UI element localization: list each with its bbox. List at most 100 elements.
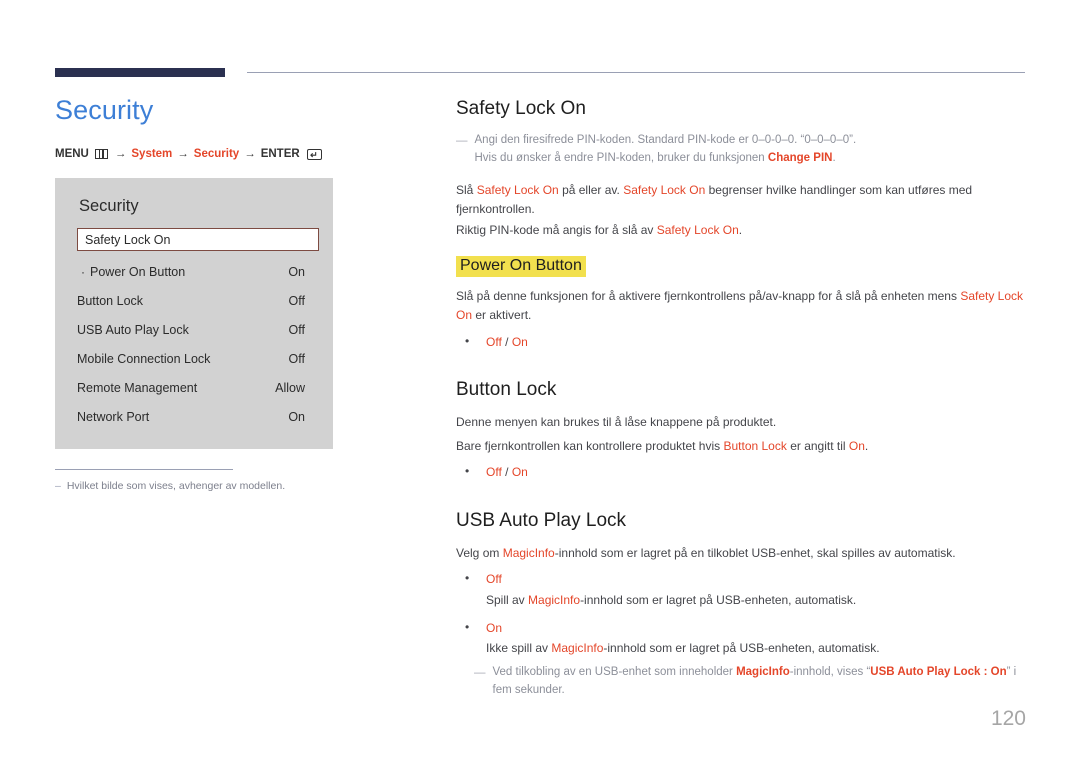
options-list-button-lock: Off / On xyxy=(456,462,1028,482)
p1-b: på eller av. xyxy=(558,182,624,197)
note-dash: — xyxy=(456,135,468,147)
left-column: Security MENU → System → Security → ENTE… xyxy=(55,95,395,493)
osd-selected-label: Safety Lock On xyxy=(85,232,171,247)
document-page: Security MENU → System → Security → ENTE… xyxy=(0,0,1080,763)
note-line-1: Angi den firesifrede PIN-koden. Standard… xyxy=(474,134,857,146)
menu-grid-icon xyxy=(94,149,108,159)
option-item: Off / On xyxy=(456,462,1028,482)
option-item: Off / On xyxy=(456,332,1028,352)
paragraph-usb-auto-play-lock: Velg om MagicInfo-innhold som er lagret … xyxy=(456,544,1028,563)
osd-row-label: Button Lock xyxy=(77,293,144,308)
osd-row-usb-auto-play-lock[interactable]: USB Auto Play Lock Off xyxy=(55,315,333,344)
right-column: Safety Lock On — Angi den firesifrede PI… xyxy=(456,98,1028,712)
option-off: Off xyxy=(486,572,502,587)
osd-selected-row[interactable]: Safety Lock On xyxy=(77,228,319,251)
link-button-lock: Button Lock xyxy=(723,438,787,453)
paragraph-button-lock-1: Denne menyen kan brukes til å låse knapp… xyxy=(456,415,777,430)
osd-row-value: On xyxy=(288,409,305,424)
link-usb-auto-play-lock-on: USB Auto Play Lock : On xyxy=(870,665,1007,678)
option-on: On xyxy=(511,465,528,480)
link-magicinfo-3: MagicInfo xyxy=(551,641,604,656)
p1-a: Slå xyxy=(456,182,477,197)
osd-row-mobile-connection-lock[interactable]: Mobile Connection Lock Off xyxy=(55,344,333,373)
note-pin-code: — Angi den firesifrede PIN-koden. Standa… xyxy=(456,132,1028,168)
link-on: On xyxy=(848,438,865,453)
footnote-dash: – xyxy=(55,480,61,492)
link-change-pin: Change PIN xyxy=(767,151,833,164)
menu-label: MENU xyxy=(55,148,89,160)
usb-b: -innhold som er lagret på en tilkoblet U… xyxy=(554,545,956,560)
osd-panel: Security Safety Lock On · Power On Butto… xyxy=(55,178,333,449)
osd-row-value: Allow xyxy=(275,380,305,395)
paragraph-power-on-button: Slå på denne funksjonen for å aktivere f… xyxy=(456,287,1028,326)
option-on: On xyxy=(486,620,503,635)
options-list-power-on-button: Off / On xyxy=(456,332,1028,352)
path-arrow-2: → xyxy=(177,148,189,160)
p2-b: . xyxy=(738,222,743,237)
on-desc-a: Ikke spill av xyxy=(486,641,552,656)
note-line-2-suffix: . xyxy=(832,151,836,164)
options-list-usb-auto-play-lock: Off Spill av MagicInfo-innhold som er la… xyxy=(456,569,1028,658)
osd-row-button-lock[interactable]: Button Lock Off xyxy=(55,286,333,315)
option-on-description: Ikke spill av MagicInfo-innhold som er l… xyxy=(486,639,1028,658)
left-footnote: – Hvilket bilde som vises, avhenger av m… xyxy=(55,469,287,493)
usb-a: Velg om xyxy=(456,545,503,560)
page-number: 120 xyxy=(990,707,1026,730)
on-desc-b: -innhold som er lagret på USB-enheten, a… xyxy=(603,641,880,656)
link-magicinfo-4: MagicInfo xyxy=(736,665,790,678)
section-title-safety-lock-on: Safety Lock On xyxy=(456,98,586,119)
osd-row-label: Mobile Connection Lock xyxy=(77,351,211,366)
path-arrow-3: → xyxy=(244,148,256,160)
header-accent-bar xyxy=(55,68,225,77)
osd-row-power-on-button[interactable]: · Power On Button On xyxy=(55,257,333,286)
option-separator: / xyxy=(501,334,512,349)
bl-b: er angitt til xyxy=(786,438,849,453)
header-rule xyxy=(55,68,1025,78)
header-thin-line xyxy=(247,72,1025,73)
osd-row-value: On xyxy=(288,264,305,279)
bl-c: . xyxy=(864,438,869,453)
osd-row-value: Off xyxy=(288,322,305,337)
option-item-off: Off Spill av MagicInfo-innhold som er la… xyxy=(456,569,1028,609)
paragraph-safety-lock-1: Slå Safety Lock On på eller av. Safety L… xyxy=(456,181,1028,220)
osd-sub-dot: · xyxy=(81,264,85,279)
section-title-usb-auto-play-lock: USB Auto Play Lock xyxy=(456,509,627,531)
note-line-2-prefix: Hvis du ønsker å endre PIN-koden, bruker… xyxy=(474,151,768,164)
osd-row-label: Network Port xyxy=(77,409,150,424)
section-title-button-lock: Button Lock xyxy=(456,379,557,401)
option-separator: / xyxy=(501,465,512,480)
enter-return-icon: ↵ xyxy=(306,148,322,160)
option-on: On xyxy=(511,334,528,349)
enter-label: ENTER xyxy=(260,148,300,160)
footnote-text: Hvilket bilde som vises, avhenger av mod… xyxy=(66,480,286,492)
menu-path-breadcrumb: MENU → System → Security → ENTER ↵ xyxy=(55,148,395,160)
link-safety-lock-on-1: Safety Lock On xyxy=(476,182,559,197)
bl-a: Bare fjernkontrollen kan kontrollere pro… xyxy=(456,438,724,453)
path-item-system: System xyxy=(131,148,173,160)
paragraph-safety-lock-2: Riktig PIN-kode må angis for å slå av Sa… xyxy=(456,221,1028,240)
link-safety-lock-on-2: Safety Lock On xyxy=(623,182,706,197)
pob-a: Slå på denne funksjonen for å aktivere f… xyxy=(456,288,961,303)
option-item-on: On Ikke spill av MagicInfo-innhold som e… xyxy=(456,617,1028,658)
osd-row-label: Remote Management xyxy=(77,380,198,395)
osd-row-value: Off xyxy=(288,293,305,308)
osd-title: Security xyxy=(79,197,139,215)
option-off: Off xyxy=(486,334,502,349)
pob-b: er aktivert. xyxy=(472,308,532,323)
note-usb-auto-play-lock: — Ved tilkobling av en USB-enhet som inn… xyxy=(474,664,1028,700)
path-item-security: Security xyxy=(193,148,240,160)
page-title: Security xyxy=(55,95,154,125)
link-safety-lock-on-3: Safety Lock On xyxy=(656,222,739,237)
option-off: Off xyxy=(486,465,502,480)
osd-row-label: Power On Button xyxy=(90,264,186,279)
subsection-title-power-on-button: Power On Button xyxy=(456,255,586,277)
link-magicinfo-2: MagicInfo xyxy=(528,592,581,607)
note-dash: — xyxy=(474,666,486,679)
usbnote-b: -innhold, vises “ xyxy=(789,665,871,678)
paragraph-button-lock-2: Bare fjernkontrollen kan kontrollere pro… xyxy=(456,437,1028,456)
osd-row-label: USB Auto Play Lock xyxy=(77,322,189,337)
path-arrow-1: → xyxy=(114,148,127,160)
osd-row-remote-management[interactable]: Remote Management Allow xyxy=(55,373,333,402)
osd-row-network-port[interactable]: Network Port On xyxy=(55,402,333,431)
usbnote-a: Ved tilkobling av en USB-enhet som inneh… xyxy=(492,665,737,678)
